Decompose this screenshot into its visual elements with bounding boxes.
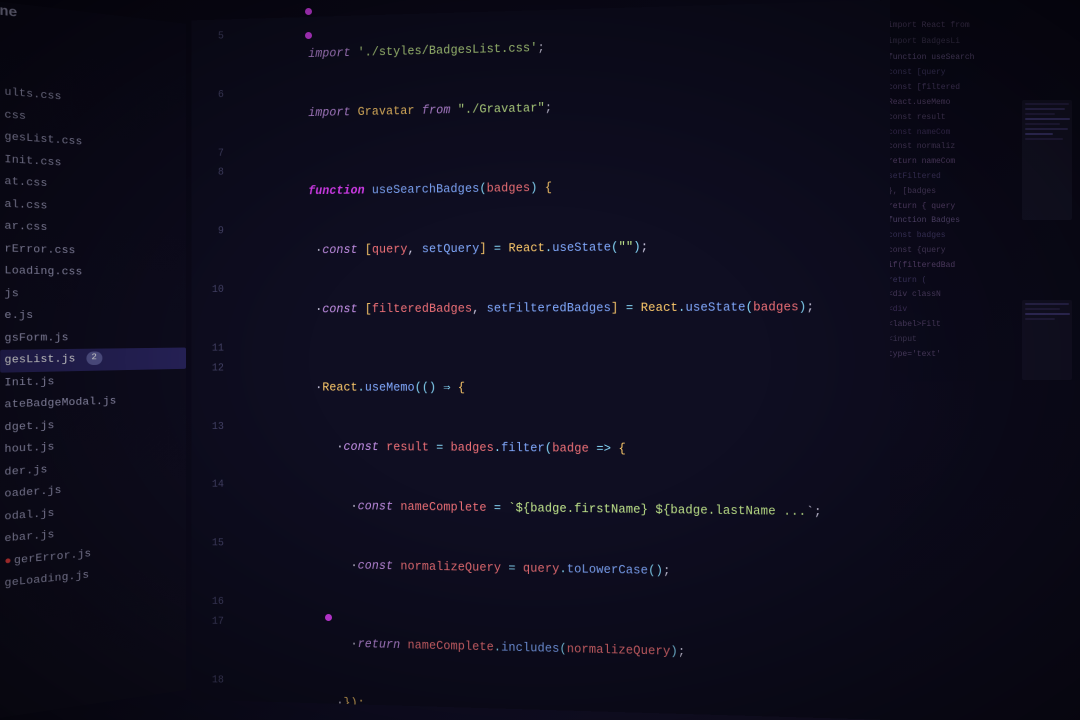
badge-count: 2 [86, 352, 102, 365]
line-content: ·const result = badges.filter(badge => { [238, 417, 885, 482]
line-content: ·const nameComplete = `${badge.firstName… [238, 476, 885, 544]
line-number: 11 [195, 339, 224, 357]
code-line-13: 13 ·const result = badges.filter(badge =… [191, 417, 890, 482]
file-name: at.css [4, 176, 47, 190]
code-line-12: 12 ·React.useMemo(() ⇒ { [191, 359, 890, 421]
file-name: gesList.js [4, 354, 75, 367]
file-name: ebar.js [4, 529, 54, 545]
file-name: js [4, 288, 19, 300]
file-item-loading-css[interactable]: Loading.css [4, 260, 186, 285]
line-number: 8 [195, 164, 224, 183]
file-name: oader.js [4, 485, 61, 501]
line-number: 16 [195, 592, 224, 611]
pink-dot-1 [305, 8, 312, 15]
line-number: 9 [195, 222, 224, 240]
minimap-box-2 [1022, 300, 1072, 380]
file-name: ar.css [4, 221, 47, 234]
line-number: 15 [195, 534, 224, 553]
screen: ults.css css gesList.css Init.css at.css… [0, 0, 1080, 720]
file-name: gesList.css [4, 131, 82, 148]
file-name: e.js [4, 310, 33, 322]
file-item-e-js[interactable]: e.js [4, 305, 186, 327]
right-code-miniview: import React from import BadgesLi functi… [880, 0, 1080, 383]
line-number: 17 [195, 612, 224, 631]
file-name: css [4, 109, 26, 123]
file-name: gsForm.js [4, 332, 68, 344]
line-content: ·React.useMemo(() ⇒ { [238, 359, 885, 421]
file-name: rError.css [4, 243, 75, 257]
code-line-8: 8 function useSearchBadges(badges) { [191, 152, 890, 222]
file-name: der.js [4, 464, 47, 478]
code-line-9: 9 ·const [query, setQuery] = React.useSt… [191, 214, 890, 281]
line-number: 6 [195, 86, 224, 105]
file-item-gsform-js[interactable]: gsForm.js [4, 327, 186, 350]
file-name: al.css [4, 198, 47, 212]
file-item-js[interactable]: js [4, 283, 186, 306]
code-editor: 5 import './styles/BadgesList.css'; 6 im… [191, 0, 890, 720]
error-dot-icon: ● [4, 555, 11, 568]
file-tree-panel: ults.css css gesList.css Init.css at.css… [0, 0, 186, 720]
file-name: ateBadgeModal.js [4, 396, 116, 411]
file-name: geLoading.js [4, 570, 89, 590]
line-content: ·const [query, setQuery] = React.useStat… [238, 214, 885, 280]
file-name: Init.css [4, 154, 61, 169]
line-number: 7 [195, 144, 224, 163]
line-content [238, 338, 885, 359]
line-number: 12 [195, 359, 224, 377]
file-name: ults.css [4, 87, 61, 104]
file-name: gerError.js [14, 548, 91, 567]
file-name: Loading.css [4, 265, 82, 278]
code-line-14: 14 ·const nameComplete = `${badge.firstN… [191, 475, 890, 544]
pink-dot-2 [305, 32, 312, 39]
code-line-10: 10 ·const [filteredBadges, setFilteredBa… [191, 276, 890, 339]
line-number: 10 [195, 281, 224, 299]
file-name: Init.js [4, 376, 54, 389]
tne-label: Tne [0, 3, 17, 22]
line-number: 13 [195, 417, 224, 435]
right-panel: import React from import BadgesLi functi… [880, 0, 1080, 720]
file-name: dget.js [4, 420, 54, 434]
code-area: 5 import './styles/BadgesList.css'; 6 im… [191, 0, 890, 720]
minimap-box [1022, 100, 1072, 220]
line-number: 18 [195, 670, 224, 689]
code-line-11: 11 [191, 338, 890, 359]
line-content: ·const [filteredBadges, setFilteredBadge… [238, 276, 885, 339]
file-name: hout.js [4, 442, 54, 456]
file-name: odal.js [4, 507, 54, 523]
pink-dot-3 [325, 614, 332, 621]
line-number: 14 [195, 475, 224, 493]
line-number: 5 [195, 27, 224, 46]
line-content: function useSearchBadges(badges) { [238, 152, 885, 222]
